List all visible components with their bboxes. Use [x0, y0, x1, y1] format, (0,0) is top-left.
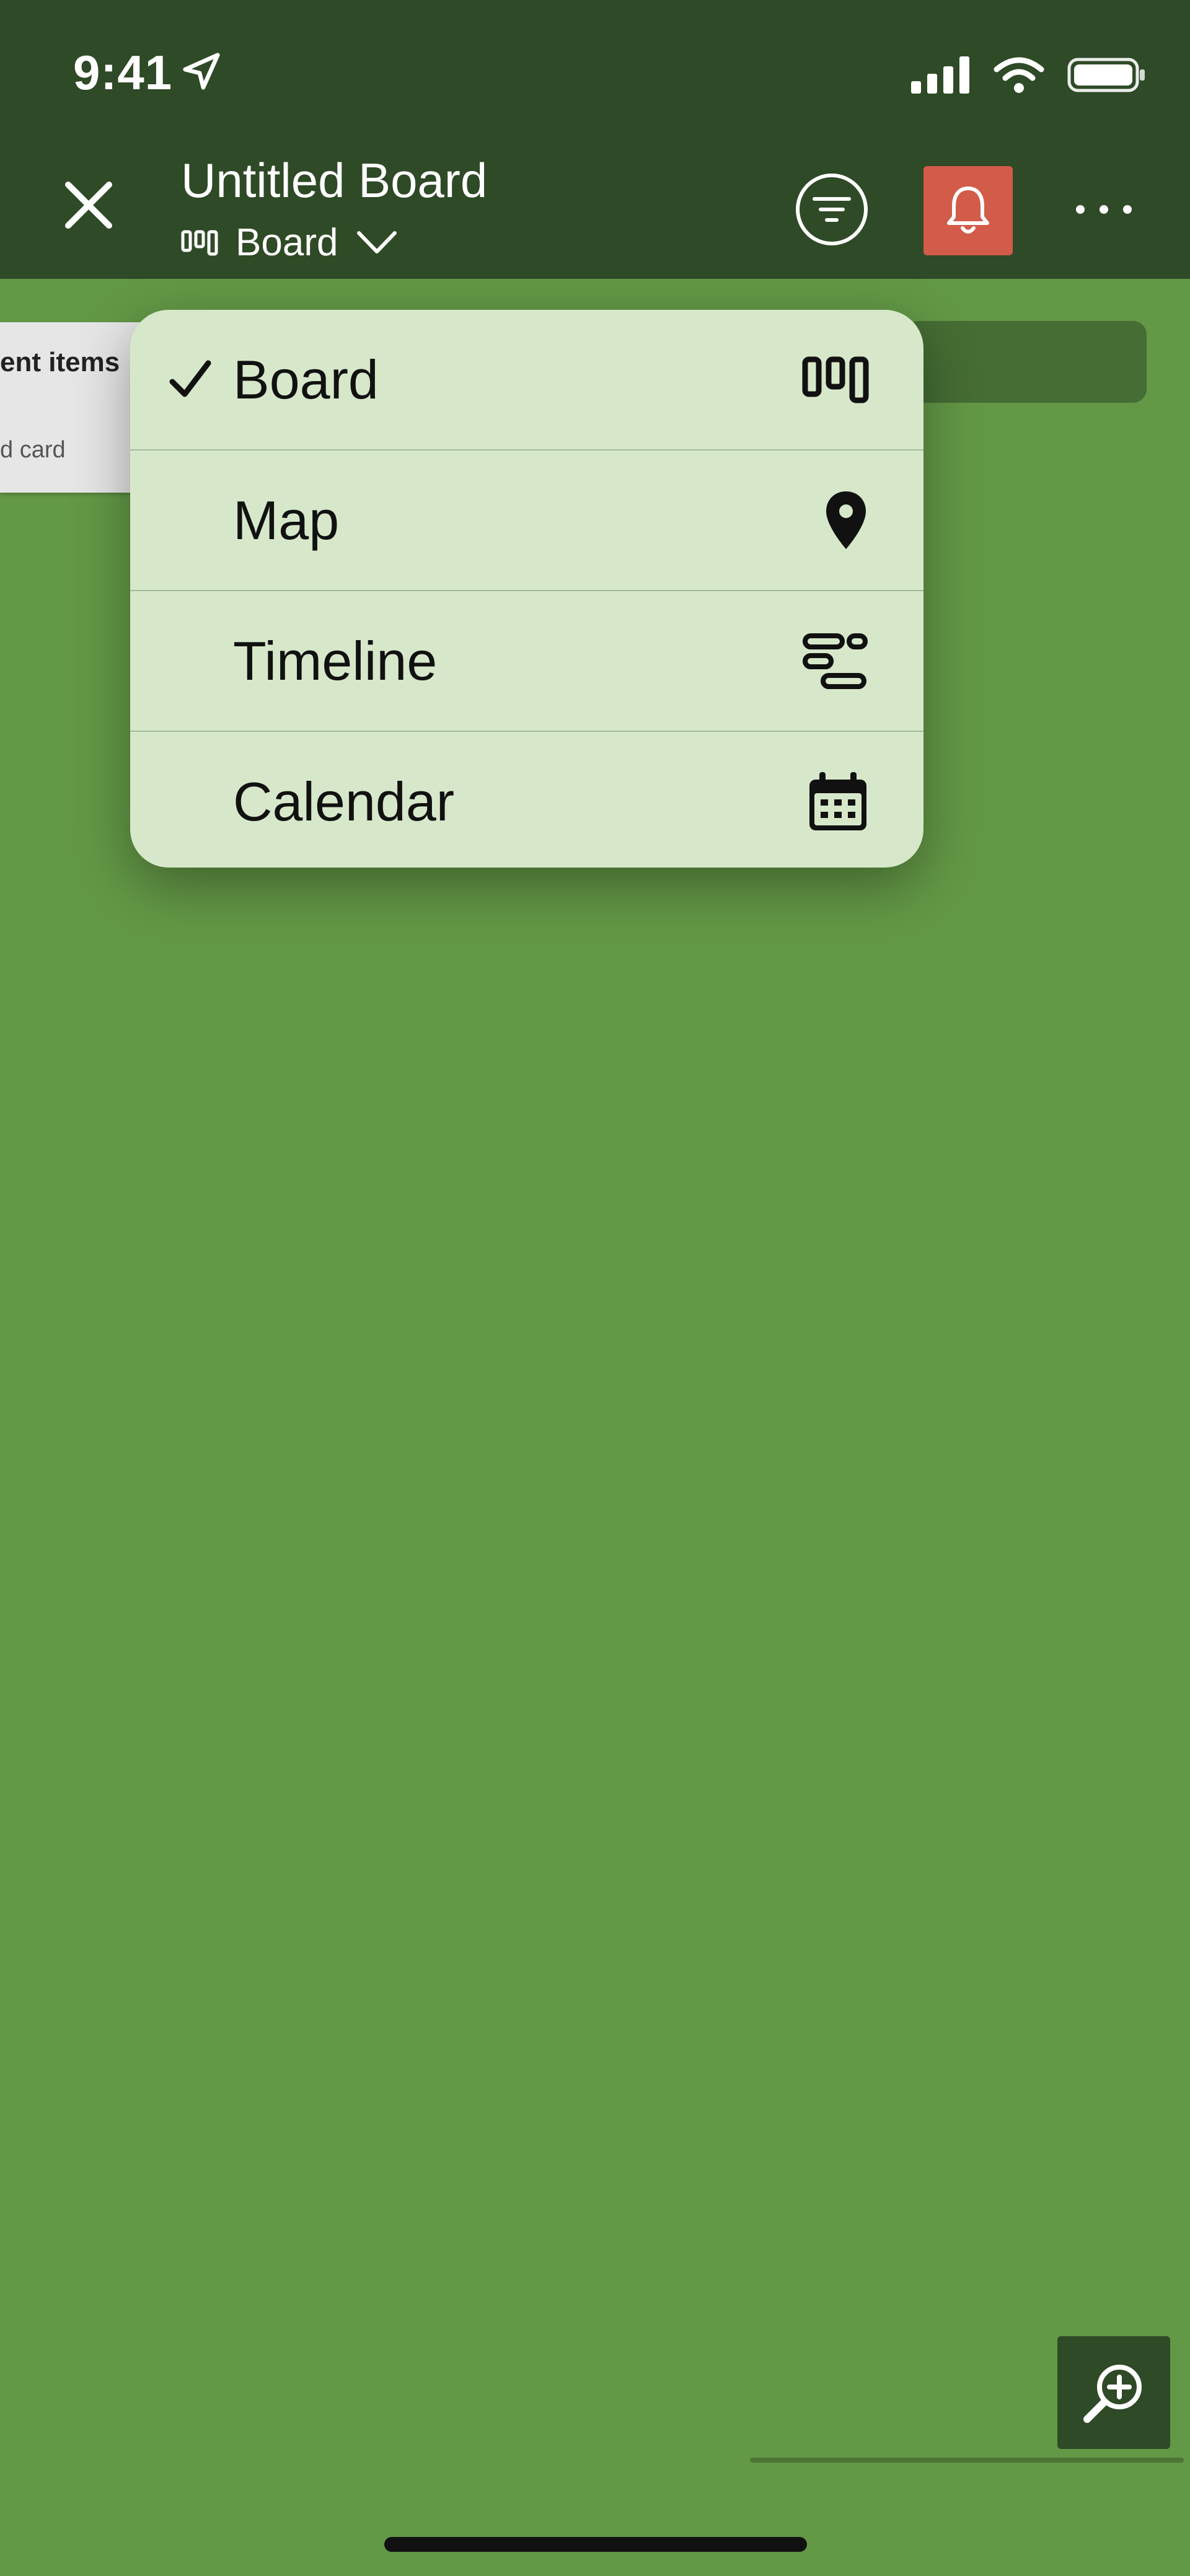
list-title-partial: ent items [0, 347, 120, 377]
add-list-bar[interactable] [905, 321, 1147, 403]
board-title[interactable]: Untitled Board [181, 152, 487, 209]
more-dot-icon [1123, 205, 1132, 214]
filter-button[interactable] [796, 174, 868, 245]
signal-icon [911, 56, 969, 94]
battery-icon [1067, 58, 1145, 92]
menu-item-label: Calendar [233, 770, 455, 832]
menu-item-timeline[interactable]: Timeline [130, 591, 923, 731]
chevron-down-icon [357, 231, 397, 253]
menu-item-calendar[interactable]: Calendar [130, 732, 923, 868]
more-dot-icon [1100, 205, 1108, 214]
more-dot-icon [1076, 205, 1085, 214]
filter-icon [813, 197, 851, 222]
add-card-partial[interactable]: d card [0, 437, 66, 464]
zoom-in-button[interactable] [1057, 2336, 1170, 2449]
status-icons [911, 53, 1147, 97]
view-switcher[interactable]: Board [181, 221, 399, 265]
home-indicator[interactable] [384, 2537, 807, 2552]
menu-item-label: Map [233, 489, 340, 551]
bell-icon [947, 187, 989, 234]
more-options-button[interactable] [1076, 197, 1132, 222]
close-icon [65, 182, 112, 229]
close-button[interactable] [61, 177, 117, 233]
zoom-in-icon [1083, 2365, 1142, 2423]
view-switcher-label: Board [236, 221, 338, 264]
menu-item-board[interactable]: Board [130, 310, 923, 449]
board-view-icon [181, 230, 218, 255]
calendar-icon [809, 771, 866, 830]
checkmark-icon [169, 360, 211, 397]
list-card-partial[interactable]: ent items d card [0, 322, 149, 493]
map-pin-icon [826, 491, 866, 549]
timeline-icon [803, 633, 868, 689]
wifi-icon [994, 57, 1044, 93]
location-arrow-icon [183, 53, 220, 90]
status-time: 9:41 [73, 45, 173, 100]
menu-item-map[interactable]: Map [130, 451, 923, 590]
board-view-icon [802, 356, 869, 403]
menu-item-label: Board [233, 348, 379, 410]
view-dropdown-menu: Board Map Timeline Calendar [130, 310, 923, 868]
top-bar: 9:41 Untitled Board Board [0, 0, 1190, 279]
notifications-button[interactable] [923, 166, 1013, 255]
menu-item-label: Timeline [233, 630, 438, 692]
scroll-indicator [750, 2458, 1184, 2463]
